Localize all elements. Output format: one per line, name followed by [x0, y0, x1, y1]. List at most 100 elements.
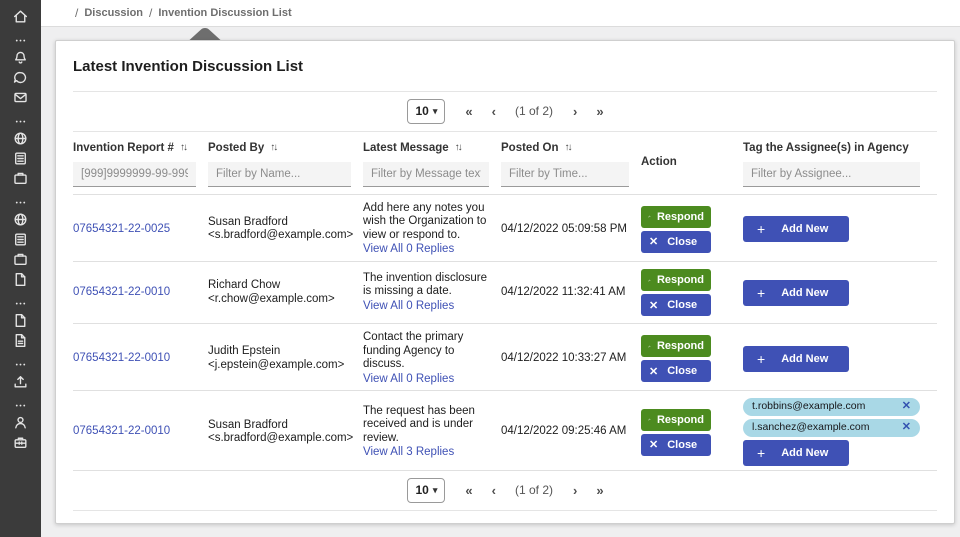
add-new-button[interactable]: +Add New — [743, 440, 849, 466]
last-page-button[interactable]: » — [596, 104, 602, 119]
close-x-icon: ✕ — [649, 438, 658, 451]
assignee-filter-input[interactable] — [743, 162, 920, 187]
close-button[interactable]: ✕Close — [641, 360, 711, 382]
sort-icon[interactable]: ↑↓ — [455, 142, 461, 153]
add-new-button[interactable]: +Add New — [743, 216, 849, 242]
add-new-button[interactable]: +Add New — [743, 346, 849, 372]
remove-assignee-icon[interactable]: ✕ — [902, 400, 911, 414]
sort-icon[interactable]: ↑↓ — [270, 142, 276, 153]
power-logout-icon[interactable] — [929, 5, 946, 22]
posted-by-cell: Susan Bradford <s.bradford@example.com> — [208, 419, 363, 446]
prev-page-button[interactable]: ‹ — [492, 104, 495, 119]
view-replies-link[interactable]: View All 0 Replies — [363, 300, 454, 314]
sort-icon[interactable]: ↑↓ — [180, 142, 186, 153]
column-label: Invention Report # — [73, 142, 174, 154]
breadcrumb-item-invention-discussion-list[interactable]: Invention Discussion List — [158, 7, 291, 19]
action-cell: Respond ✕Close — [641, 269, 743, 316]
posted-by-name: Susan Bradford — [208, 216, 351, 230]
assignee-chip: t.robbins@example.com ✕ — [743, 398, 920, 416]
posted-by-cell: Judith Epstein <j.epstein@example.com> — [208, 345, 363, 372]
name-filter-input[interactable] — [208, 162, 351, 187]
add-new-button[interactable]: +Add New — [743, 280, 849, 306]
respond-button[interactable]: Respond — [641, 269, 711, 291]
posted-by-email: <j.epstein@example.com> — [208, 359, 351, 373]
close-button[interactable]: ✕Close — [641, 231, 711, 253]
table-row: 07654321-22-0010 Judith Epstein <j.epste… — [73, 324, 937, 391]
column-label: Latest Message — [363, 142, 449, 154]
posted-on-cell: 04/12/2022 09:25:46 AM — [501, 425, 641, 439]
globe-icon[interactable] — [12, 210, 30, 228]
file-icon[interactable] — [12, 270, 30, 288]
close-button[interactable]: ✕Close — [641, 434, 711, 456]
reply-arrow-icon — [648, 211, 651, 222]
report-number-link[interactable]: 07654321-22-0025 — [73, 223, 170, 235]
view-replies-link[interactable]: View All 0 Replies — [363, 243, 454, 257]
breadcrumb-item-discussion[interactable]: Discussion — [84, 7, 143, 19]
page-size-select[interactable]: 10 ▾ — [407, 478, 445, 503]
ellipsis-icon — [12, 297, 30, 310]
briefcase-icon[interactable] — [12, 169, 30, 187]
file-lines-icon[interactable] — [12, 331, 30, 349]
toolbox-icon[interactable] — [12, 433, 30, 451]
report-filter-input[interactable] — [73, 162, 196, 187]
posted-by-email: <r.chow@example.com> — [208, 293, 351, 307]
page-size-select[interactable]: 10 ▾ — [407, 99, 445, 124]
next-page-button[interactable]: › — [573, 483, 576, 498]
last-page-button[interactable]: » — [596, 483, 602, 498]
view-replies-link[interactable]: View All 0 Replies — [363, 373, 454, 387]
first-page-button[interactable]: « — [465, 483, 471, 498]
discussion-chat-icon[interactable] — [12, 68, 30, 86]
report-number-link[interactable]: 07654321-22-0010 — [73, 286, 170, 298]
close-button[interactable]: ✕Close — [641, 294, 711, 316]
ellipsis-icon — [12, 196, 30, 209]
plus-icon: + — [757, 221, 765, 237]
respond-button[interactable]: Respond — [641, 409, 711, 431]
message-text: Contact the primary funding Agency to di… — [363, 331, 489, 372]
upload-icon[interactable] — [12, 372, 30, 390]
table-row: 07654321-22-0010 Richard Chow <r.chow@ex… — [73, 262, 937, 324]
posted-by-cell: Richard Chow <r.chow@example.com> — [208, 279, 363, 306]
person-icon[interactable] — [12, 413, 30, 431]
view-replies-link[interactable]: View All 3 Replies — [363, 446, 454, 460]
column-label: Action — [641, 156, 677, 168]
column-tag-assignees: Tag the Assignee(s) in Agency — [743, 138, 939, 187]
breadcrumb-home-icon[interactable] — [55, 6, 69, 20]
reply-arrow-icon — [648, 275, 651, 286]
message-filter-input[interactable] — [363, 162, 489, 187]
reply-arrow-icon — [648, 414, 651, 425]
page-status: (1 of 2) — [515, 483, 553, 497]
ellipsis-icon — [12, 34, 30, 47]
remove-assignee-icon[interactable]: ✕ — [902, 421, 911, 435]
breadcrumb-separator: / — [149, 6, 152, 20]
ellipsis-icon — [12, 399, 30, 412]
report-number-link[interactable]: 07654321-22-0010 — [73, 425, 170, 437]
file-icon[interactable] — [12, 311, 30, 329]
respond-button[interactable]: Respond — [641, 206, 711, 228]
document-icon[interactable] — [12, 230, 30, 248]
column-label: Posted On — [501, 142, 559, 154]
time-filter-input[interactable] — [501, 162, 629, 187]
chevron-down-icon: ▾ — [433, 485, 438, 496]
latest-message-cell: The request has been received and is und… — [363, 405, 501, 460]
respond-button[interactable]: Respond — [641, 335, 711, 357]
notifications-bell-icon[interactable] — [12, 48, 30, 66]
column-posted-by: Posted By↑↓ — [208, 138, 363, 187]
message-text: The invention disclosure is missing a da… — [363, 272, 489, 299]
report-number-link[interactable]: 07654321-22-0010 — [73, 352, 170, 364]
close-x-icon: ✕ — [649, 365, 658, 378]
home-icon[interactable] — [12, 7, 30, 25]
document-icon[interactable] — [12, 149, 30, 167]
reply-arrow-icon — [648, 341, 651, 352]
posted-by-email: <s.bradford@example.com> — [208, 229, 351, 243]
first-page-button[interactable]: « — [465, 104, 471, 119]
globe-icon[interactable] — [12, 129, 30, 147]
briefcase-icon[interactable] — [12, 250, 30, 268]
latest-message-cell: Contact the primary funding Agency to di… — [363, 331, 501, 386]
tag-assignee-cell: t.robbins@example.com ✕ l.sanchez@exampl… — [743, 398, 939, 466]
mail-icon[interactable] — [12, 88, 30, 106]
next-page-button[interactable]: › — [573, 104, 576, 119]
discussion-list-card: Latest Invention Discussion List 10 ▾ « … — [55, 40, 955, 524]
sort-icon[interactable]: ↑↓ — [565, 142, 571, 153]
prev-page-button[interactable]: ‹ — [492, 483, 495, 498]
close-x-icon: ✕ — [649, 235, 658, 248]
